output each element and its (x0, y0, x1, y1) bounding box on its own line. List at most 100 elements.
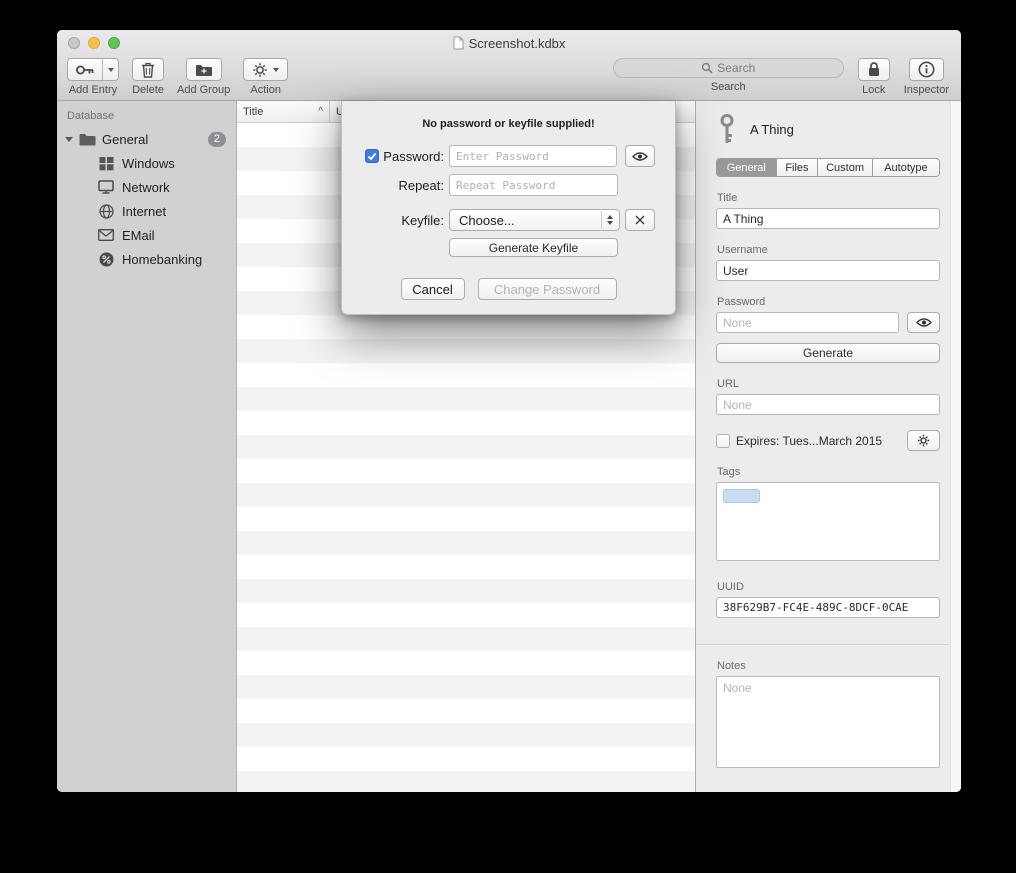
window-header: Screenshot.kdbx Add Entry (57, 30, 961, 101)
info-icon (918, 61, 935, 78)
tags-field-label: Tags (717, 466, 940, 478)
sidebar-item-windows[interactable]: Windows (57, 151, 236, 175)
clear-keyfile-button[interactable] (625, 209, 655, 231)
key-icon (716, 113, 738, 145)
change-password-button[interactable]: Change Password (478, 278, 617, 300)
window-title: Screenshot.kdbx (469, 36, 566, 51)
username-field[interactable] (716, 260, 940, 281)
add-group-label: Add Group (177, 84, 230, 96)
minimize-button[interactable] (88, 37, 100, 49)
search-label: Search (711, 81, 746, 93)
column-header-title[interactable]: Title ^ (237, 101, 330, 122)
divider (696, 644, 961, 645)
titlebar[interactable]: Screenshot.kdbx (57, 30, 961, 56)
key-plus-icon (68, 59, 103, 80)
password-field[interactable] (716, 312, 899, 333)
expires-options-button[interactable] (907, 430, 940, 451)
cancel-button[interactable]: Cancel (401, 278, 465, 300)
expires-label: Expires: Tues...March 2015 (736, 434, 901, 448)
enter-password-field[interactable] (449, 145, 617, 167)
tab-autotype[interactable]: Autotype (873, 159, 939, 176)
close-button[interactable] (68, 37, 80, 49)
inspector-button[interactable] (909, 58, 944, 81)
repeat-password-field[interactable] (449, 174, 618, 196)
uuid-field[interactable] (716, 597, 940, 618)
macpass-window: Screenshot.kdbx Add Entry (57, 30, 961, 792)
sidebar-item-network[interactable]: Network (57, 175, 236, 199)
search-icon (701, 62, 713, 74)
lock-item: Lock (858, 58, 890, 96)
search-input[interactable]: Search (613, 58, 844, 78)
trash-icon (141, 62, 155, 78)
entry-title: A Thing (750, 122, 794, 137)
tab-custom[interactable]: Custom (818, 159, 872, 176)
sidebar: Database General 2 Windows (57, 101, 237, 792)
delete-button[interactable] (132, 58, 164, 81)
password-field-label: Password (717, 296, 940, 308)
password-label: Password: (383, 149, 444, 164)
generate-keyfile-button[interactable]: Generate Keyfile (449, 238, 618, 257)
delete-item: Delete (132, 58, 164, 96)
reveal-password-button[interactable] (625, 145, 655, 167)
inspector-label: Inspector (904, 84, 949, 96)
inspector-tabs: General Files Custom Autotype (716, 158, 940, 177)
disclosure-triangle-icon[interactable] (65, 137, 73, 142)
notes-field[interactable] (716, 676, 940, 768)
password-row: Password: (362, 145, 655, 167)
sidebar-item-label: General (102, 132, 148, 147)
sidebar-item-label: Windows (122, 156, 175, 171)
eye-icon (632, 151, 648, 162)
action-button[interactable] (243, 58, 288, 81)
sidebar-item-label: Internet (122, 204, 166, 219)
add-entry-label: Add Entry (69, 84, 117, 96)
eye-icon (916, 317, 932, 328)
tags-field[interactable] (716, 482, 940, 561)
sidebar-item-email[interactable]: EMail (57, 223, 236, 247)
sidebar-item-homebanking[interactable]: Homebanking (57, 247, 236, 271)
sheet-actions: Cancel Change Password (342, 278, 675, 300)
notes-field-label: Notes (717, 660, 940, 672)
zoom-button[interactable] (108, 37, 120, 49)
reveal-password-button[interactable] (907, 312, 940, 333)
lock-label: Lock (862, 84, 885, 96)
keyfile-label: Keyfile: (401, 213, 444, 228)
inspector-item: Inspector (904, 58, 949, 96)
title-proxy: Screenshot.kdbx (453, 36, 566, 51)
entry-count-badge: 2 (208, 132, 226, 147)
uuid-field-label: UUID (717, 581, 940, 593)
lock-icon (867, 61, 881, 78)
traffic-lights (68, 37, 120, 49)
add-entry-dropdown[interactable] (103, 59, 118, 80)
chevron-down-icon (108, 68, 114, 72)
sidebar-item-label: EMail (122, 228, 155, 243)
keyfile-selected-value: Choose... (459, 213, 601, 228)
url-field[interactable] (716, 394, 940, 415)
sidebar-item-general[interactable]: General 2 (57, 127, 236, 151)
tab-general[interactable]: General (717, 159, 777, 176)
tab-files[interactable]: Files (777, 159, 819, 176)
add-group-button[interactable] (186, 58, 222, 81)
search-placeholder: Search (717, 61, 755, 75)
inspector-scrollbar[interactable] (950, 101, 961, 792)
add-group-item: Add Group (177, 58, 230, 96)
add-entry-button[interactable] (67, 58, 119, 81)
expires-checkbox[interactable] (716, 434, 730, 448)
username-field-label: Username (717, 244, 940, 256)
gear-icon (252, 62, 268, 78)
column-label: Title (243, 106, 263, 118)
folder-plus-icon (195, 63, 213, 77)
folder-icon (79, 133, 96, 146)
password-checkbox[interactable] (365, 149, 379, 163)
delete-label: Delete (132, 84, 164, 96)
add-entry-item: Add Entry (67, 58, 119, 96)
expires-row: Expires: Tues...March 2015 (716, 430, 940, 451)
keyfile-popup-button[interactable]: Choose... (449, 209, 620, 231)
mail-icon (98, 229, 114, 241)
lock-button[interactable] (858, 58, 890, 81)
generate-password-button[interactable]: Generate (716, 343, 940, 363)
tag-pill[interactable] (723, 489, 760, 503)
globe-icon (98, 204, 114, 219)
keyfile-row: Keyfile: Choose... (362, 209, 655, 231)
sidebar-item-internet[interactable]: Internet (57, 199, 236, 223)
title-field[interactable] (716, 208, 940, 229)
